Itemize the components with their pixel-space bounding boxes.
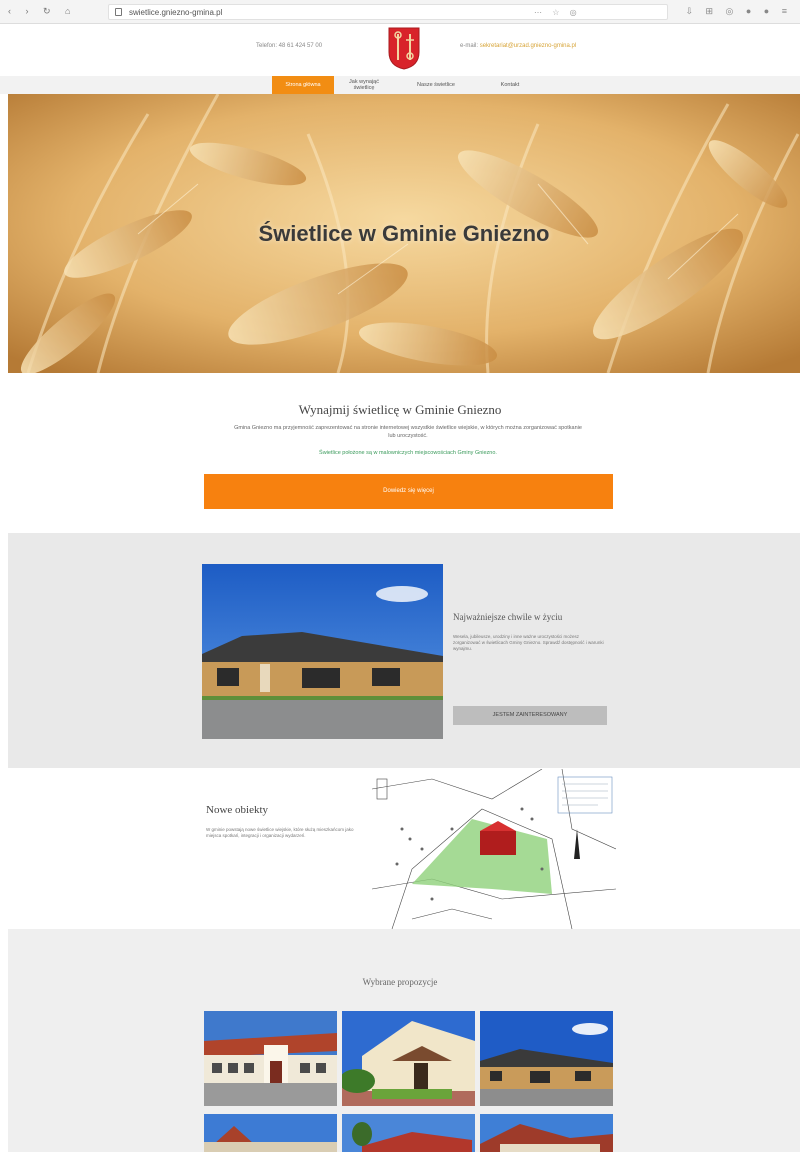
hero-title: Świetlice w Gminie Gniezno — [258, 221, 550, 246]
phone-contact: Telefon: 48 61 424 57 00 — [256, 43, 323, 49]
building-photo-image — [202, 564, 443, 739]
site-header: Telefon: 48 61 424 57 00 e-mail: sekreta… — [0, 24, 800, 76]
nav-home[interactable]: Strona główna — [272, 76, 334, 94]
intro-text: Gmina Gniezno ma przyjemność zaprezentow… — [234, 425, 582, 439]
hall-photo-image — [480, 1114, 613, 1152]
browser-extension-icons[interactable]: ⇩ ⊞ ◎ ● ● ≡ — [685, 6, 792, 17]
hero-banner: Świetlice w Gminie Gniezno — [8, 94, 800, 373]
url-text: swietlice.gniezno-gmina.pl — [129, 8, 223, 17]
intro-title: Wynajmij świetlicę w Gminie Gniezno — [298, 402, 502, 417]
nav-how-to-rent-line2: świetlicę — [353, 85, 375, 91]
site-plan-image — [372, 769, 616, 929]
learn-more-button[interactable]: Dowiedz się więcej — [204, 474, 613, 509]
hall-photo-image — [204, 1011, 337, 1106]
hall-photo[interactable] — [202, 564, 443, 739]
hall-photo-image — [204, 1114, 337, 1152]
proposal-thumb[interactable] — [480, 1114, 613, 1152]
intro-note: Świetlice położone są w malowniczych mie… — [319, 450, 497, 456]
proposals-title: Wybrane propozycje — [362, 977, 438, 987]
email-label: e-mail: — [460, 43, 479, 49]
address-bar[interactable]: swietlice.gniezno-gmina.pl ⋯ ☆ ◎ — [108, 4, 668, 20]
proposal-thumb[interactable] — [342, 1011, 475, 1106]
new-objects-text: W gminie powstają nowe świetlice wiejski… — [206, 827, 354, 838]
proposal-thumb[interactable] — [480, 1011, 613, 1106]
proposal-thumb[interactable] — [342, 1114, 475, 1152]
interested-button[interactable]: JESTEM ZAINTERESOWANY — [453, 706, 607, 725]
feature-text: Wesela, jubileusze, urodziny i inne ważn… — [453, 634, 604, 651]
coat-of-arms-logo[interactable] — [387, 26, 421, 70]
nav-how-to-rent[interactable]: Jak wynająć świetlicę — [342, 76, 386, 94]
browser-nav-buttons[interactable]: ‹ › ↻ ⌂ — [8, 6, 76, 17]
proposal-thumb[interactable] — [204, 1011, 337, 1106]
url-actions-icons[interactable]: ⋯ ☆ ◎ — [534, 8, 581, 17]
hall-photo-image — [342, 1011, 475, 1106]
nav-our-halls[interactable]: Nasze świetlice — [410, 76, 462, 94]
proposal-thumb[interactable] — [204, 1114, 337, 1152]
nav-contact[interactable]: Kontakt — [490, 76, 530, 94]
site-plan-map[interactable] — [372, 769, 616, 929]
email-link[interactable]: sekretariat@urzad.gniezno-gmina.pl — [480, 43, 576, 49]
lock-icon — [115, 8, 122, 16]
new-objects-title: Nowe obiekty — [206, 804, 269, 816]
hall-photo-image — [480, 1011, 613, 1106]
main-navigation: Strona główna Jak wynająć świetlicę Nasz… — [0, 76, 800, 94]
email-contact: e-mail: sekretariat@urzad.gniezno-gmina.… — [460, 43, 576, 49]
feature-title: Najważniejsze chwile w życiu — [453, 612, 563, 622]
browser-toolbar: ‹ › ↻ ⌂ swietlice.gniezno-gmina.pl ⋯ ☆ ◎… — [0, 0, 800, 24]
hall-photo-image — [342, 1114, 475, 1152]
